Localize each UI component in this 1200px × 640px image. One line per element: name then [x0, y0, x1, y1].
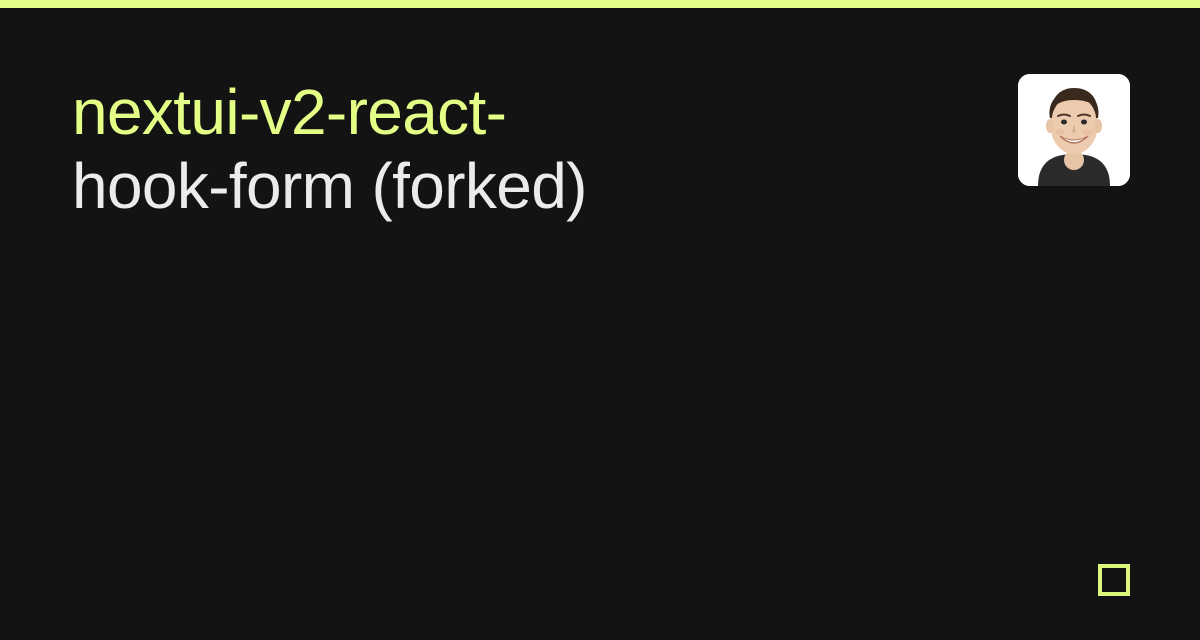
codesandbox-logo-icon — [1098, 564, 1130, 596]
author-avatar — [1018, 74, 1130, 186]
sandbox-title: nextui-v2-react- hook-form (forked) — [72, 76, 832, 223]
title-accent-segment: nextui-v2-react- — [72, 76, 506, 148]
title-plain-segment: hook-form (forked) — [72, 150, 587, 222]
accent-bar — [0, 0, 1200, 8]
card-container: nextui-v2-react- hook-form (forked) — [0, 8, 1200, 640]
